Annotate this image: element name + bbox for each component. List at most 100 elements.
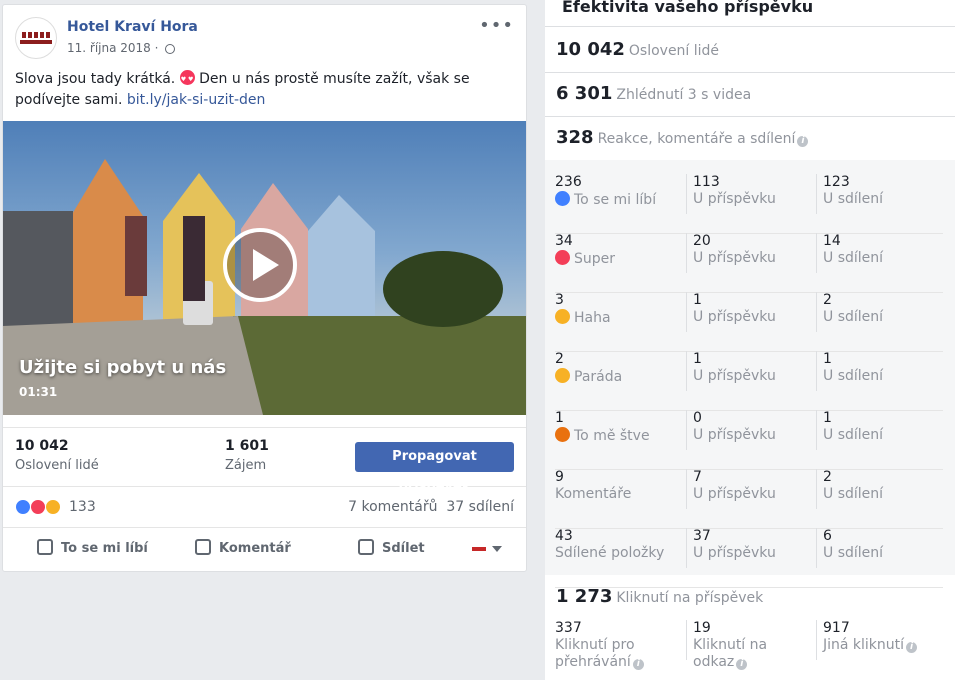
breakdown-total-value: 1 bbox=[555, 410, 564, 426]
page-avatar[interactable] bbox=[15, 17, 57, 59]
reached-stat: 10 042 Oslovení lidé bbox=[556, 39, 719, 60]
share-button[interactable]: Sdílet bbox=[358, 539, 425, 556]
comment-button[interactable]: Komentář bbox=[195, 539, 291, 556]
reach-label: Oslovení lidé bbox=[15, 458, 99, 473]
breakdown-on-post-value: 7 bbox=[693, 469, 702, 485]
breakdown-on-post-value: 113 bbox=[693, 174, 720, 190]
heart-eyes-emoji-icon bbox=[179, 69, 195, 90]
globe-icon bbox=[165, 44, 176, 54]
share-icon bbox=[358, 539, 374, 555]
panel-title: Efektivita vašeho příspěvku bbox=[562, 0, 814, 16]
info-icon[interactable]: i bbox=[632, 659, 644, 670]
breakdown-on-post-label: U příspěvku bbox=[693, 191, 776, 207]
play-button-icon[interactable] bbox=[223, 228, 297, 302]
breakdown-on-shares-label: U sdílení bbox=[823, 486, 884, 502]
link-clicks-value: 19 bbox=[693, 620, 711, 636]
video-player[interactable]: Užijte si pobyt u nás 01:31 bbox=[3, 121, 526, 415]
breakdown-total-value: 34 bbox=[555, 233, 573, 249]
views-stat: 6 301 Zhlédnutí 3 s videa bbox=[556, 83, 751, 104]
breakdown-on-post-value: 37 bbox=[693, 528, 711, 544]
comment-button-label: Komentář bbox=[219, 541, 291, 556]
comments-count[interactable]: 7 komentářů bbox=[348, 499, 437, 515]
breakdown-total: 2 Paráda bbox=[555, 351, 680, 386]
breakdown-on-shares-value: 6 bbox=[823, 528, 832, 544]
haha-reaction-icon[interactable] bbox=[45, 499, 61, 515]
link-clicks-label: Kliknutí na odkaz bbox=[693, 637, 768, 670]
views-label: Zhlédnutí 3 s videa bbox=[616, 87, 752, 103]
post-date[interactable]: 11. října 2018 · bbox=[67, 41, 176, 55]
breakdown-on-shares: 2 U sdílení bbox=[816, 292, 941, 332]
like-reaction-icon[interactable] bbox=[15, 499, 31, 515]
shares-count[interactable]: 37 sdílení bbox=[446, 499, 514, 515]
breakdown-total-value: 43 bbox=[555, 528, 573, 544]
info-icon[interactable]: i bbox=[736, 659, 748, 670]
thumbs-up-icon bbox=[37, 539, 53, 555]
breakdown-total: 34 Super bbox=[555, 233, 680, 268]
breakdown-on-post-label: U příspěvku bbox=[693, 545, 776, 561]
haha-icon bbox=[555, 309, 570, 324]
info-icon[interactable]: i bbox=[797, 136, 809, 147]
post-text: Slova jsou tady krátká. Den u nás prostě… bbox=[15, 69, 515, 111]
interactions-label: Reakce, komentáře a sdílení bbox=[597, 131, 796, 147]
reached-label: Oslovení lidé bbox=[628, 43, 720, 59]
breakdown-on-shares-label: U sdílení bbox=[823, 250, 884, 266]
breakdown-total: 9 Komentáře bbox=[555, 469, 680, 503]
breakdown-on-shares-value: 2 bbox=[823, 292, 832, 308]
other-clicks: 917 Jiná kliknutí i bbox=[816, 620, 933, 660]
breakdown-on-post: 20 U příspěvku bbox=[686, 233, 811, 273]
breakdown-total: 3 Haha bbox=[555, 292, 680, 327]
post-card: Hotel Kraví Hora 11. října 2018 · ••• Sl… bbox=[2, 4, 527, 572]
breakdown-on-shares-label: U sdílení bbox=[823, 545, 884, 561]
reactions-count[interactable]: 133 bbox=[69, 499, 96, 515]
breakdown-on-post-label: U příspěvku bbox=[693, 427, 776, 443]
breakdown-total-value: 236 bbox=[555, 174, 582, 190]
breakdown-label: Haha bbox=[574, 310, 611, 326]
comment-icon bbox=[195, 539, 211, 555]
breakdown-on-shares-value: 1 bbox=[823, 351, 832, 367]
breakdown-on-shares-label: U sdílení bbox=[823, 368, 884, 384]
like-icon bbox=[555, 191, 570, 206]
engagement-label: Zájem bbox=[225, 458, 267, 473]
breakdown-on-post-value: 1 bbox=[693, 351, 702, 367]
breakdown-on-post-label: U příspěvku bbox=[693, 309, 776, 325]
breakdown-on-post: 113 U příspěvku bbox=[686, 174, 811, 214]
more-options-icon[interactable]: ••• bbox=[479, 15, 514, 36]
post-link[interactable]: bit.ly/jak-si-uzit-den bbox=[127, 92, 266, 108]
share-button-label: Sdílet bbox=[382, 541, 425, 556]
breakdown-total-value: 9 bbox=[555, 469, 564, 485]
post-text-first: Slova jsou tady krátká. bbox=[15, 71, 176, 87]
post-date-text[interactable]: 11. října 2018 bbox=[67, 41, 151, 55]
breakdown-on-shares-value: 123 bbox=[823, 174, 850, 190]
breakdown-row: 43 Sdílené položky 37 U příspěvku 6 U sd… bbox=[555, 528, 943, 588]
breakdown-on-shares-value: 1 bbox=[823, 410, 832, 426]
breakdown-row: 2 Paráda 1 U příspěvku 1 U sdílení bbox=[555, 351, 943, 411]
play-clicks: 337 Kliknutí pro přehrávání i bbox=[555, 620, 675, 671]
breakdown-row: 1 To mě štve 0 U příspěvku 1 U sdílení bbox=[555, 410, 943, 470]
breakdown-on-post-label: U příspěvku bbox=[693, 486, 776, 502]
promote-post-button[interactable]: Propagovat příspěvek bbox=[355, 442, 514, 494]
interactions-value: 328 bbox=[556, 127, 594, 148]
info-icon[interactable]: i bbox=[906, 642, 918, 653]
breakdown-label: Paráda bbox=[574, 369, 623, 385]
like-button[interactable]: To se mi líbí bbox=[37, 539, 148, 556]
breakdown-on-shares: 14 U sdílení bbox=[816, 233, 941, 273]
video-title: Užijte si pobyt u nás bbox=[19, 357, 227, 378]
breakdown-on-post: 7 U příspěvku bbox=[686, 469, 811, 509]
engagement-value: 1 601 bbox=[225, 438, 269, 454]
page-selector-dropdown[interactable] bbox=[472, 545, 502, 555]
breakdown-on-shares: 123 U sdílení bbox=[816, 174, 941, 214]
post-actions: To se mi líbí Komentář Sdílet bbox=[3, 533, 526, 569]
breakdown-label: Super bbox=[574, 251, 616, 267]
page-selector-avatar-icon bbox=[472, 547, 486, 551]
breakdown-on-shares-label: U sdílení bbox=[823, 309, 884, 325]
chevron-down-icon bbox=[492, 546, 502, 552]
breakdown-total-value: 3 bbox=[555, 292, 564, 308]
love-icon bbox=[555, 250, 570, 265]
page-name-link[interactable]: Hotel Kraví Hora bbox=[67, 19, 198, 35]
engagement-stat: 1 601 Zájem bbox=[225, 438, 269, 473]
video-duration: 01:31 bbox=[19, 385, 58, 399]
breakdown-row: 3 Haha 1 U příspěvku 2 U sdílení bbox=[555, 292, 943, 352]
play-clicks-label: Kliknutí pro přehrávání bbox=[555, 637, 635, 670]
love-reaction-icon[interactable] bbox=[30, 499, 46, 515]
breakdown-on-shares-label: U sdílení bbox=[823, 427, 884, 443]
